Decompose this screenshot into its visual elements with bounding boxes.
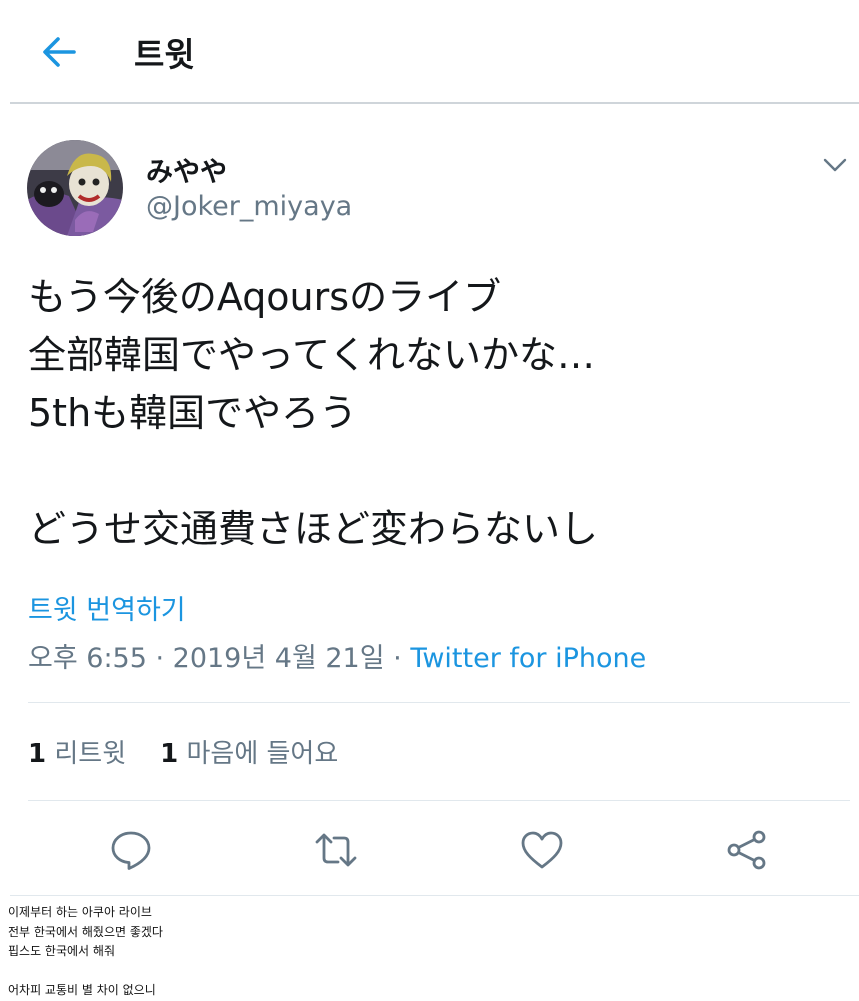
top-bar: 트윗 [0,0,859,104]
divider [28,800,850,801]
avatar[interactable] [27,140,123,236]
user-handle[interactable]: @Joker_miyaya [146,191,352,222]
tweet-timestamp: 오후 6:55 · 2019년 4월 21일 · [28,643,411,674]
retweet-icon[interactable] [314,828,358,872]
divider [10,895,859,896]
tweet-stats: 1 리트윗 1 마음에 들어요 [28,733,338,770]
likes-label: 마음에 들어요 [186,739,339,769]
likes-stat[interactable]: 1 마음에 들어요 [160,733,338,770]
share-icon[interactable] [725,828,769,872]
header-divider [10,102,859,104]
translation-caption: 이제부터 하는 아쿠아 라이브 전부 한국에서 해줬으면 좋겠다 핍스도 한국에… [8,905,163,997]
display-name[interactable]: みやや [146,150,227,189]
divider [28,702,850,703]
retweets-label: 리트윗 [54,739,127,769]
reply-icon[interactable] [109,828,153,872]
tweet-source-link[interactable]: Twitter for iPhone [410,643,646,674]
like-icon[interactable] [520,828,564,872]
page-title: 트윗 [134,35,195,74]
translate-tweet-link[interactable]: 트윗 번역하기 [28,588,186,627]
retweets-stat[interactable]: 1 리트윗 [28,733,126,770]
arrow-left-icon[interactable] [40,34,80,70]
tweet-meta: 오후 6:55 · 2019년 4월 21일 · Twitter for iPh… [28,636,646,675]
chevron-down-icon[interactable] [822,154,848,176]
retweets-count: 1 [28,739,47,769]
tweet-text: もう今後のAqoursのライブ 全部韓国でやってくれないかな… 5thも韓国でや… [28,275,599,551]
likes-count: 1 [160,739,179,769]
